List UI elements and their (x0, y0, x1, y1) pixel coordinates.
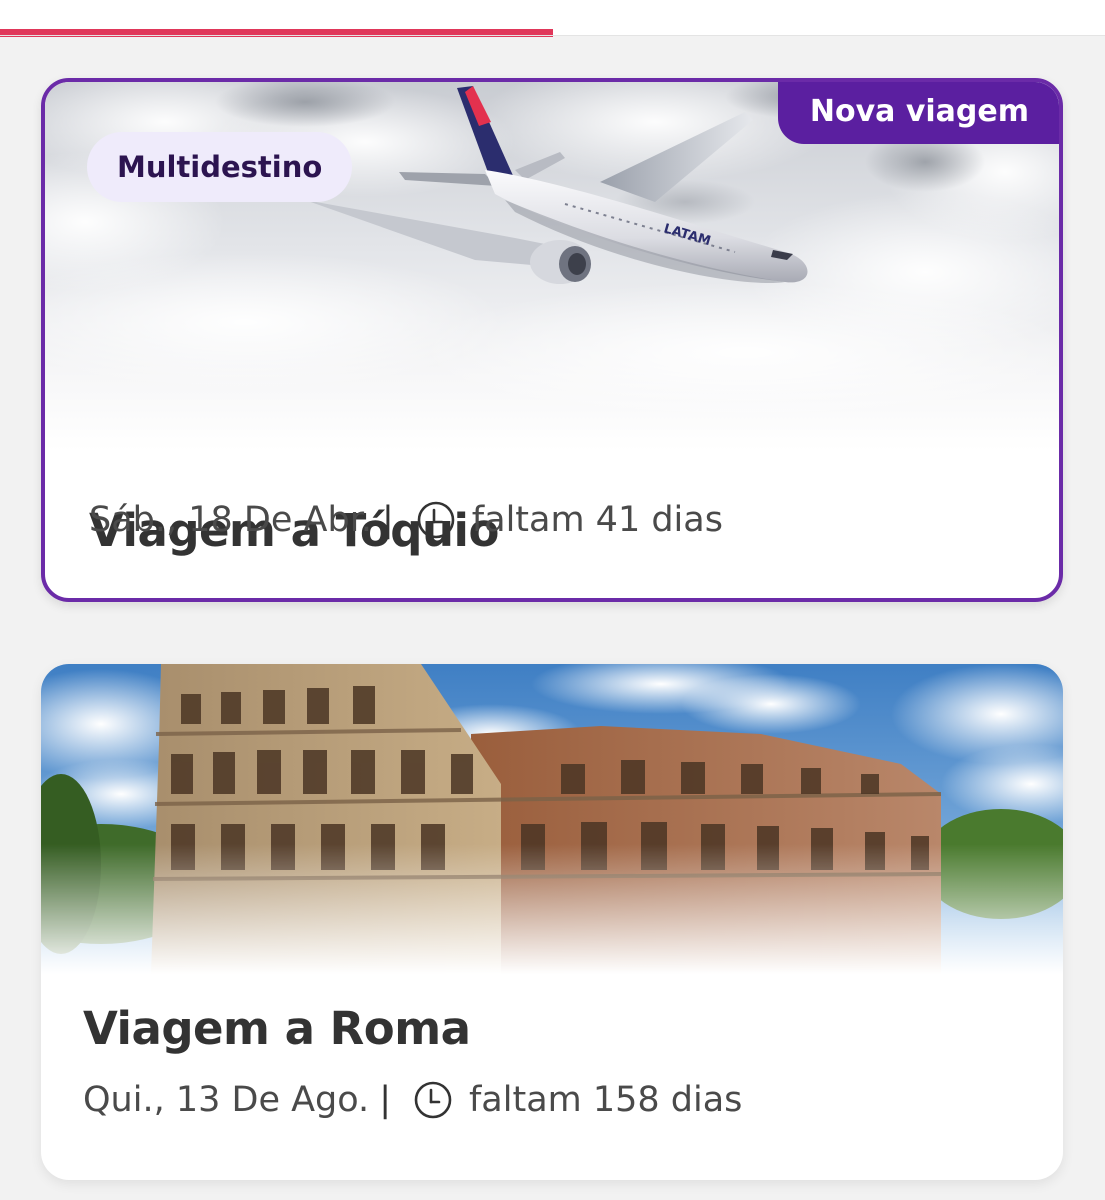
trip-meta: Sáb., 18 De Abr. | faltam 41 dias (89, 500, 723, 540)
colosseum-image (41, 664, 1063, 974)
trip-card-tokyo[interactable]: LATAM Nova viagem Multidestino Viagem a … (41, 78, 1063, 602)
trip-title: Viagem a Roma (83, 1002, 471, 1055)
meta-separator: | (382, 500, 394, 540)
multidestination-chip: Multidestino (87, 132, 353, 202)
meta-separator: | (379, 1080, 391, 1120)
new-trip-badge: Nova viagem (777, 82, 1059, 144)
countdown-text: faltam 41 dias (471, 500, 723, 540)
trip-meta: Qui., 13 De Ago. | faltam 158 dias (83, 1080, 742, 1120)
trip-card-rome[interactable]: Viagem a Roma Qui., 13 De Ago. | faltam … (41, 664, 1063, 1180)
progress-bar (0, 0, 1105, 37)
countdown-text: faltam 158 dias (468, 1080, 743, 1120)
trip-date: Qui., 13 De Ago. (83, 1080, 370, 1120)
trip-date: Sáb., 18 De Abr. (89, 500, 372, 540)
clock-icon (416, 500, 456, 540)
progress-bar-divider (0, 35, 1105, 36)
clock-icon (413, 1080, 453, 1120)
